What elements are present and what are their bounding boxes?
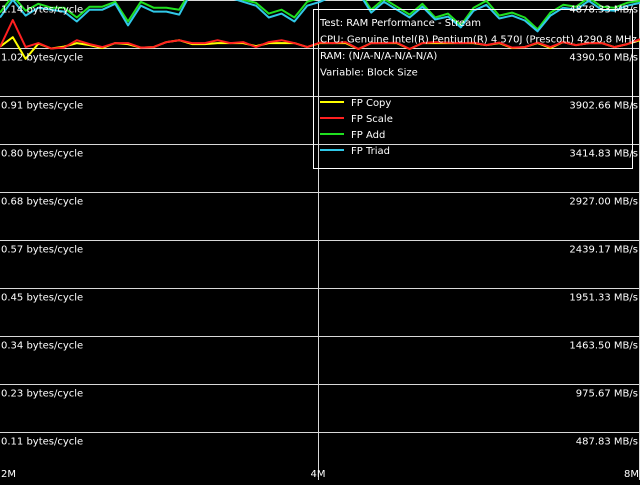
info-line: RAM: (N/A-N/A-N/A-N/A)	[320, 51, 437, 62]
info-line: CPU: Genuine Intel(R) Pentium(R) 4 570J …	[320, 35, 637, 46]
right-axis-label: 2927.00 MB/s	[569, 197, 638, 208]
right-axis-label: 1951.33 MB/s	[569, 293, 638, 304]
x-tick-label: 8M	[624, 469, 639, 480]
x-tick-label: 2M	[1, 469, 16, 480]
chart-svg: 1.14 bytes/cycle 4878.33 MB/s1.02 bytes/c…	[0, 0, 640, 480]
right-axis-label: 975.67 MB/s	[576, 389, 638, 400]
right-axis-label: 1463.50 MB/s	[569, 341, 638, 352]
right-axis-label: 2439.17 MB/s	[569, 245, 638, 256]
left-axis-label: 0.57 bytes/cycle	[1, 245, 83, 256]
left-axis-label: 0.68 bytes/cycle	[1, 197, 83, 208]
legend-label: FP Triad	[351, 146, 390, 157]
info-line: Test: RAM Performance - Stream	[319, 18, 481, 29]
info-line: Variable: Block Size	[320, 68, 418, 79]
right-axis-label: 487.83 MB/s	[576, 437, 638, 448]
legend-label: FP Add	[351, 130, 385, 141]
benchmark-chart: 1.14 bytes/cycle 4878.33 MB/s 1.02 bytes/c…	[0, 0, 640, 480]
right-axis-label: 4390.50 MB/s	[569, 53, 638, 64]
left-axis-label: 0.11 bytes/cycle	[1, 437, 83, 448]
left-axis-label: 1.02 bytes/cycle	[1, 53, 83, 64]
legend-label: FP Copy	[351, 98, 391, 109]
left-axis-label: 0.45 bytes/cycle	[1, 293, 83, 304]
left-axis-label: 0.91 bytes/cycle	[1, 101, 83, 112]
left-axis-label: 0.34 bytes/cycle	[1, 341, 83, 352]
right-axis-label: 3902.66 MB/s	[569, 101, 638, 112]
legend-label: FP Scale	[351, 114, 393, 125]
x-tick-label: 4M	[311, 469, 326, 480]
left-axis-label: 0.23 bytes/cycle	[1, 389, 83, 400]
right-axis-label: 3414.83 MB/s	[569, 149, 638, 160]
left-axis-label: 0.80 bytes/cycle	[1, 149, 83, 160]
left-axis-label: 1.14 bytes/cycle	[1, 5, 83, 16]
